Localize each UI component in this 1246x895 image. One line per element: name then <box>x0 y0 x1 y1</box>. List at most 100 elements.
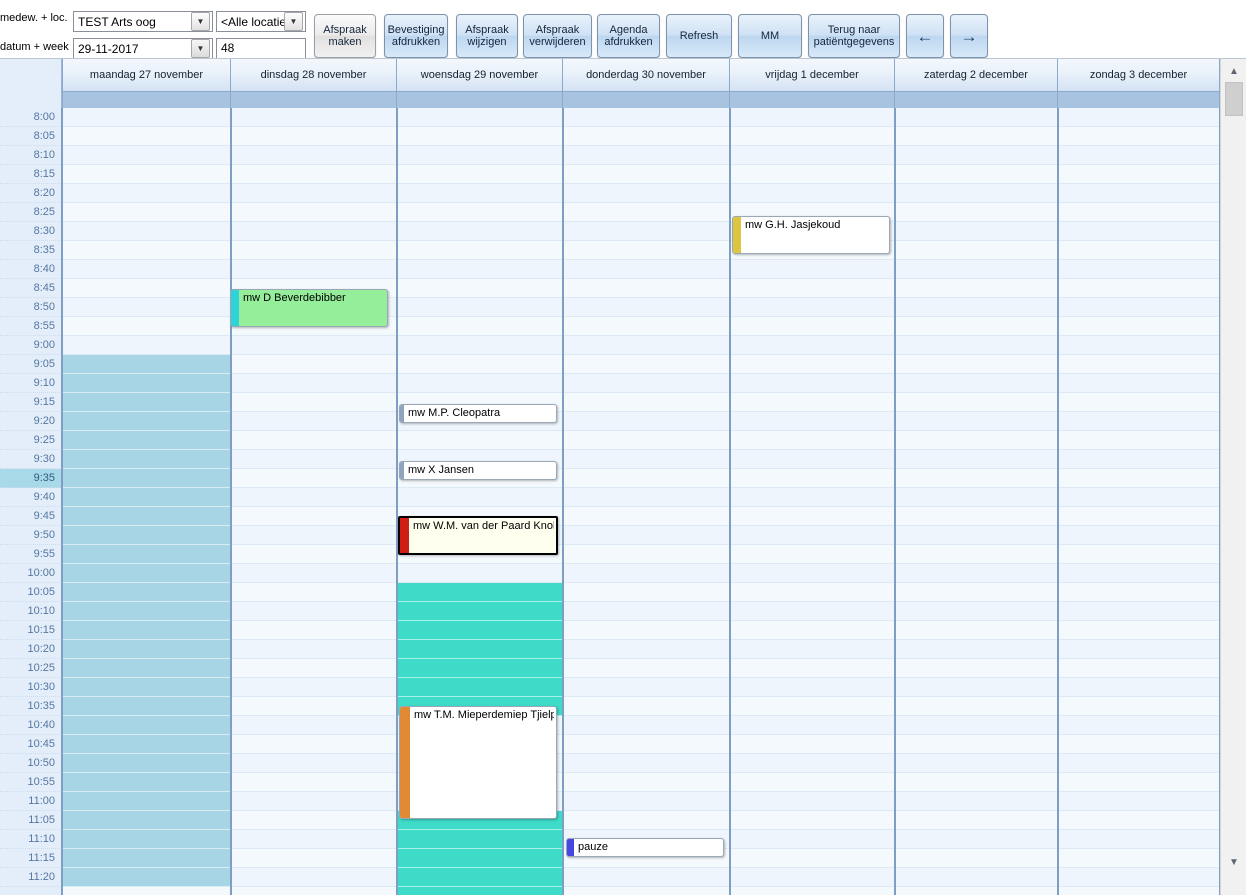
time-slot-label[interactable]: 8:15 <box>0 165 61 184</box>
time-slot-label[interactable]: 10:50 <box>0 754 61 773</box>
slot-cell[interactable] <box>564 507 729 526</box>
slot-cell[interactable] <box>564 773 729 792</box>
button-afspraak-maken[interactable]: Afspraak maken <box>314 14 376 58</box>
slot-cell[interactable] <box>564 127 729 146</box>
slot-cell[interactable] <box>731 507 894 526</box>
slot-cell[interactable] <box>1059 108 1219 127</box>
slot-cell[interactable] <box>398 241 562 260</box>
slot-cell[interactable] <box>398 374 562 393</box>
slot-cell[interactable] <box>63 640 230 659</box>
slot-cell[interactable] <box>896 754 1057 773</box>
day-header-vrijdag-1-december[interactable]: vrijdag 1 december <box>730 58 895 109</box>
slot-cell[interactable] <box>564 317 729 336</box>
slot-cell[interactable] <box>896 127 1057 146</box>
slot-cell[interactable] <box>232 336 396 355</box>
slot-cell[interactable] <box>232 241 396 260</box>
medewerker-dropdown[interactable]: TEST Arts oog ▼ <box>73 11 213 32</box>
time-slot-label[interactable]: 9:00 <box>0 336 61 355</box>
slot-cell[interactable] <box>232 678 396 697</box>
slot-cell[interactable] <box>896 393 1057 412</box>
slot-cell[interactable] <box>896 564 1057 583</box>
time-slot-label[interactable]: 11:15 <box>0 849 61 868</box>
slot-cell[interactable] <box>896 317 1057 336</box>
scrollbar-thumb[interactable] <box>1225 82 1243 116</box>
slot-cell[interactable] <box>398 165 562 184</box>
availability-wednesday-teal-1[interactable] <box>398 583 562 716</box>
slot-cell[interactable] <box>731 279 894 298</box>
slot-cell[interactable] <box>232 583 396 602</box>
slot-cell[interactable] <box>63 830 230 849</box>
slot-cell[interactable] <box>1059 507 1219 526</box>
slot-cell[interactable] <box>232 602 396 621</box>
slot-cell[interactable] <box>63 583 230 602</box>
day-header-dinsdag-28-november[interactable]: dinsdag 28 november <box>231 58 397 109</box>
slot-cell[interactable] <box>63 602 230 621</box>
slot-cell[interactable] <box>731 583 894 602</box>
time-slot-label[interactable]: 8:55 <box>0 317 61 336</box>
slot-cell[interactable] <box>232 811 396 830</box>
slot-cell[interactable] <box>232 659 396 678</box>
slot-cell[interactable] <box>731 754 894 773</box>
slot-cell[interactable] <box>232 260 396 279</box>
slot-cell[interactable] <box>63 260 230 279</box>
slot-cell[interactable] <box>232 108 396 127</box>
slot-cell[interactable] <box>564 431 729 450</box>
slot-cell[interactable] <box>731 564 894 583</box>
slot-cell[interactable] <box>1059 640 1219 659</box>
slot-cell[interactable] <box>731 298 894 317</box>
slot-cell[interactable] <box>1059 279 1219 298</box>
slot-cell[interactable] <box>1059 488 1219 507</box>
time-slot-label[interactable]: 10:00 <box>0 564 61 583</box>
time-slot-label[interactable]: 9:05 <box>0 355 61 374</box>
day-header-donderdag-30-november[interactable]: donderdag 30 november <box>563 58 730 109</box>
time-slot-label[interactable]: 9:15 <box>0 393 61 412</box>
slot-cell[interactable] <box>398 640 562 659</box>
time-slot-label[interactable]: 11:00 <box>0 792 61 811</box>
slot-cell[interactable] <box>896 507 1057 526</box>
slot-cell[interactable] <box>564 583 729 602</box>
appt-jansen[interactable]: mw X Jansen <box>399 461 557 480</box>
slot-cell[interactable] <box>63 374 230 393</box>
button-mm[interactable]: MM <box>738 14 802 58</box>
slot-cell[interactable] <box>232 887 396 895</box>
appt-beverdebibber[interactable]: mw D Beverdebibber <box>230 289 388 327</box>
slot-cell[interactable] <box>398 260 562 279</box>
slot-cell[interactable] <box>564 222 729 241</box>
slot-cell[interactable] <box>896 412 1057 431</box>
slot-cell[interactable] <box>896 697 1057 716</box>
slot-cell[interactable] <box>232 830 396 849</box>
slot-cell[interactable] <box>398 279 562 298</box>
slot-cell[interactable] <box>896 260 1057 279</box>
time-slot-label[interactable]: 11:05 <box>0 811 61 830</box>
slot-cell[interactable] <box>232 450 396 469</box>
slot-cell[interactable] <box>1059 545 1219 564</box>
slot-cell[interactable] <box>63 811 230 830</box>
slot-cell[interactable] <box>731 697 894 716</box>
slot-cell[interactable] <box>63 146 230 165</box>
slot-cell[interactable] <box>63 716 230 735</box>
slot-cell[interactable] <box>564 374 729 393</box>
slot-cell[interactable] <box>896 488 1057 507</box>
slot-cell[interactable] <box>398 222 562 241</box>
slot-cell[interactable] <box>564 621 729 640</box>
slot-cell[interactable] <box>564 659 729 678</box>
slot-cell[interactable] <box>731 336 894 355</box>
slot-cell[interactable] <box>232 203 396 222</box>
time-slot-label[interactable]: 8:25 <box>0 203 61 222</box>
slot-cell[interactable] <box>232 222 396 241</box>
slot-cell[interactable] <box>896 678 1057 697</box>
slot-cell[interactable] <box>896 374 1057 393</box>
time-slot-label[interactable]: 9:45 <box>0 507 61 526</box>
slot-cell[interactable] <box>564 754 729 773</box>
slot-cell[interactable] <box>896 887 1057 895</box>
time-slot-label[interactable]: 8:45 <box>0 279 61 298</box>
slot-cell[interactable] <box>398 336 562 355</box>
slot-cell[interactable] <box>731 184 894 203</box>
slot-cell[interactable] <box>731 469 894 488</box>
slot-cell[interactable] <box>398 355 562 374</box>
slot-cell[interactable] <box>896 545 1057 564</box>
slot-cell[interactable] <box>564 260 729 279</box>
slot-cell[interactable] <box>232 545 396 564</box>
slot-cell[interactable] <box>232 355 396 374</box>
slot-cell[interactable] <box>731 431 894 450</box>
